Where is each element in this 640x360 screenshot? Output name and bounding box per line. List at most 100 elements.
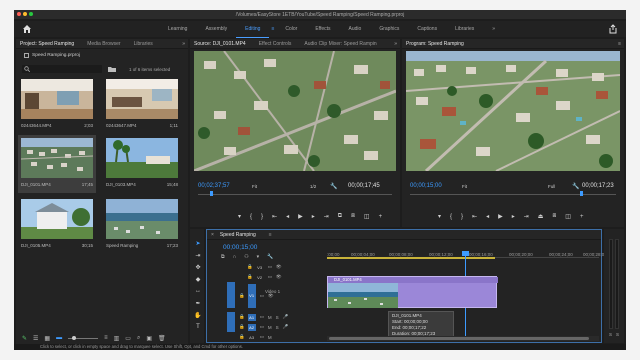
media-thumbnail[interactable]: [21, 79, 93, 119]
source-scrub-bar[interactable]: [198, 194, 392, 195]
source-playhead[interactable]: [210, 191, 213, 196]
sync-lock-icon[interactable]: ▭: [268, 274, 272, 280]
zoom-slider[interactable]: [68, 335, 99, 340]
tab-audio-clip-mixer[interactable]: Audio Clip Mixer: Speed Rampin: [300, 41, 385, 47]
track-label[interactable]: A3: [248, 334, 256, 341]
track-label[interactable]: A2: [247, 323, 256, 331]
add-button-icon[interactable]: +: [379, 214, 383, 220]
workspace-tab-captions[interactable]: Captions: [408, 21, 446, 37]
tab-source[interactable]: Source: DJI_0101.MP4: [190, 41, 255, 47]
program-resolution-select[interactable]: Full: [548, 184, 555, 189]
program-scrub-bar[interactable]: [410, 194, 616, 195]
lock-icon[interactable]: 🔒: [239, 334, 245, 340]
tab-program[interactable]: Program: Speed Ramping: [402, 41, 473, 47]
freeform-view-icon[interactable]: ▬: [56, 335, 62, 341]
lock-icon[interactable]: 🔒: [239, 293, 245, 299]
hand-tool-icon[interactable]: ✋: [194, 311, 202, 319]
tab-effect-controls[interactable]: Effect Controls: [255, 41, 301, 47]
panel-more-icon[interactable]: »: [394, 41, 397, 47]
razor-tool-icon[interactable]: ◆: [194, 275, 202, 283]
video-clip[interactable]: DJI_0101.MP4: [327, 276, 498, 308]
nest-icon[interactable]: ⧉: [221, 254, 225, 260]
source-fit-select[interactable]: Fit: [252, 184, 257, 189]
solo-button[interactable]: S: [276, 315, 279, 320]
wrench-icon[interactable]: 🔧: [572, 183, 579, 190]
extract-icon[interactable]: ⧈: [552, 213, 556, 220]
mark-in-icon[interactable]: {: [450, 214, 452, 220]
step-back-icon[interactable]: ◂: [486, 213, 489, 220]
sync-lock-icon[interactable]: ▭: [260, 324, 264, 330]
track-target[interactable]: [219, 264, 227, 271]
sync-lock-icon[interactable]: ▭: [260, 293, 264, 299]
microphone-icon[interactable]: 🎤: [283, 324, 289, 330]
tab-project[interactable]: Project: Speed Ramping: [16, 41, 83, 47]
mute-button[interactable]: M: [268, 325, 272, 330]
tab-media-browser[interactable]: Media Browser: [83, 41, 129, 47]
track-label[interactable]: A1: [247, 313, 256, 321]
zoom-window-button[interactable]: [29, 12, 33, 16]
add-marker-icon[interactable]: ▾: [238, 213, 241, 220]
step-forward-icon[interactable]: ▸: [512, 213, 515, 220]
sequence-menu-icon[interactable]: ≡: [265, 232, 281, 238]
work-area-bar[interactable]: [327, 257, 495, 259]
slip-tool-icon[interactable]: ↔: [194, 287, 202, 295]
sync-lock-icon[interactable]: ▭: [260, 314, 264, 320]
sequence-thumbnail[interactable]: [106, 199, 178, 239]
media-thumbnail[interactable]: [106, 138, 178, 178]
lock-icon[interactable]: 🔒: [247, 264, 253, 270]
workspace-tab-editing[interactable]: Editing: [236, 21, 270, 38]
project-search-input[interactable]: [22, 65, 102, 73]
timeline-scroll-thumb[interactable]: [329, 337, 589, 340]
lock-icon[interactable]: 🔒: [239, 324, 245, 330]
play-icon[interactable]: ▶: [498, 213, 503, 220]
trash-icon[interactable]: 🗑: [158, 335, 166, 342]
workspace-tab-assembly[interactable]: Assembly: [196, 21, 236, 37]
sync-lock-icon[interactable]: ▭: [260, 334, 264, 340]
pen-tool-icon[interactable]: ✒: [194, 299, 202, 307]
workspace-tab-color[interactable]: Color: [276, 21, 306, 37]
minimize-window-button[interactable]: [23, 12, 27, 16]
timeline-settings-icon[interactable]: 🔧: [267, 254, 273, 260]
mark-in-icon[interactable]: {: [250, 214, 252, 220]
track-select-tool-icon[interactable]: ⇥: [194, 251, 202, 259]
lock-icon[interactable]: 🔒: [247, 274, 253, 280]
eye-icon[interactable]: 👁: [276, 274, 282, 280]
track-label[interactable]: V3: [256, 264, 264, 271]
microphone-icon[interactable]: 🎤: [283, 314, 289, 320]
go-to-in-icon[interactable]: ⇤: [472, 213, 477, 220]
sync-lock-icon[interactable]: ▭: [268, 264, 272, 270]
icon-view-icon[interactable]: ▦: [44, 335, 50, 342]
step-forward-icon[interactable]: ▸: [312, 213, 315, 220]
timeline-playhead-handle[interactable]: [462, 251, 469, 256]
mute-button[interactable]: M: [268, 315, 272, 320]
go-to-out-icon[interactable]: ⇥: [524, 213, 529, 220]
track-target[interactable]: [219, 274, 227, 281]
new-item-icon[interactable]: ▣: [146, 335, 152, 342]
play-icon[interactable]: ▶: [298, 213, 303, 220]
add-marker-icon[interactable]: ▾: [257, 254, 260, 260]
mark-out-icon[interactable]: }: [261, 214, 263, 220]
panel-more-icon[interactable]: »: [182, 41, 185, 47]
snap-icon[interactable]: ∩: [233, 254, 237, 260]
new-bin-bottom-icon[interactable]: ▭: [125, 335, 131, 342]
panel-menu-icon[interactable]: ≡: [618, 41, 621, 47]
tab-sequence[interactable]: Speed Ramping: [216, 232, 265, 238]
mark-out-icon[interactable]: }: [461, 214, 463, 220]
export-frame-icon[interactable]: ◫: [364, 213, 370, 220]
linked-selection-icon[interactable]: ⚇: [244, 254, 248, 260]
timeline-timecode[interactable]: 00;00;15;00: [223, 244, 257, 251]
insert-icon[interactable]: ⧉: [338, 213, 342, 220]
close-sequence-icon[interactable]: ×: [207, 232, 216, 238]
step-back-icon[interactable]: ◂: [286, 213, 289, 220]
lift-icon[interactable]: ⏏: [538, 213, 544, 220]
selection-tool-icon[interactable]: ➤: [194, 239, 202, 247]
workspace-tab-graphics[interactable]: Graphics: [370, 21, 408, 37]
solo-button[interactable]: S: [276, 325, 279, 330]
source-resolution-select[interactable]: 1/2: [310, 184, 316, 189]
source-timecode[interactable]: 00;02;37;57: [198, 183, 230, 189]
solo-right-button[interactable]: S: [616, 332, 619, 337]
overwrite-icon[interactable]: ⧈: [351, 213, 355, 220]
home-icon[interactable]: [22, 24, 32, 34]
workspace-tab-libraries[interactable]: Libraries: [446, 21, 483, 37]
sort-icon[interactable]: ≡: [104, 335, 108, 341]
